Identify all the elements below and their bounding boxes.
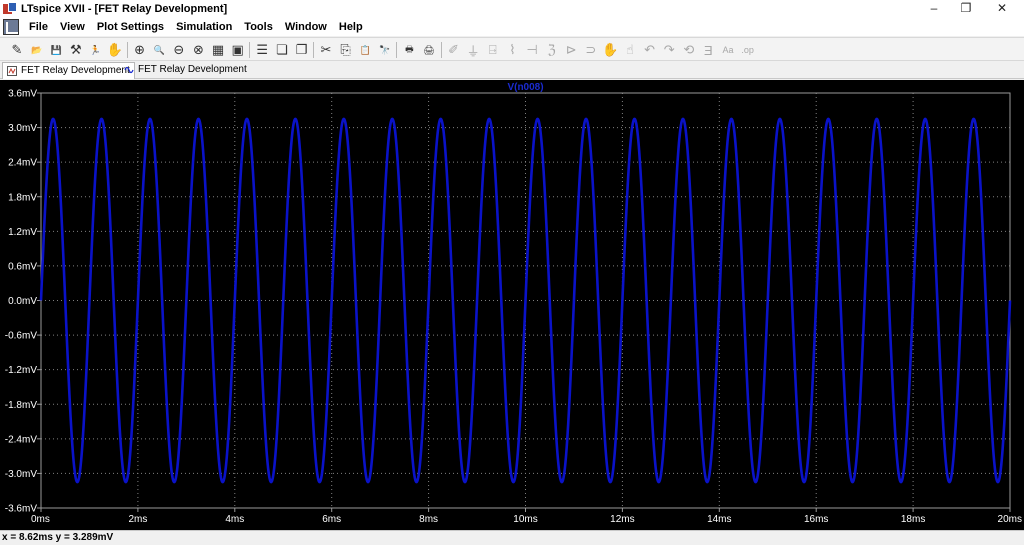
toolbar-separator bbox=[440, 42, 442, 58]
halt-icon[interactable]: ✋ bbox=[106, 41, 124, 59]
waveform-chart[interactable]: 3.6mV 3.0mV 2.4mV 1.8mV 1.2mV 0.6mV 0.0mV -0.6m… bbox=[0, 80, 1024, 530]
print-setup-icon[interactable]: 🖨 bbox=[420, 41, 438, 59]
y-tick-label: -1.2mV bbox=[5, 365, 38, 376]
cursor-readout: x = 8.62ms y = 3.289mV bbox=[2, 532, 114, 543]
x-tick-label: 14ms bbox=[707, 514, 731, 525]
y-tick-label: -0.6mV bbox=[5, 331, 38, 342]
fit-icon[interactable]: ▣ bbox=[229, 41, 247, 59]
restore-window-button[interactable]: ❐ bbox=[948, 0, 984, 18]
y-tick-label: 3.6mV bbox=[8, 89, 37, 100]
wire-icon[interactable]: ✐ bbox=[445, 41, 463, 59]
x-tick-label: 12ms bbox=[610, 514, 634, 525]
x-tick-label: 8ms bbox=[419, 514, 438, 525]
label-icon[interactable]: ⍈ bbox=[484, 41, 502, 59]
x-tick-label: 10ms bbox=[513, 514, 537, 525]
toolbar-separator bbox=[396, 42, 398, 58]
move-icon[interactable]: ✋ bbox=[601, 41, 619, 59]
copy-icon[interactable]: ⎘ bbox=[337, 41, 355, 59]
menu-plot-settings[interactable]: Plot Settings bbox=[91, 18, 170, 36]
y-tick-label: 1.2mV bbox=[8, 227, 37, 238]
y-tick-label: -3.6mV bbox=[5, 504, 38, 515]
resistor-icon[interactable]: ⌇ bbox=[503, 41, 521, 59]
toolbar-separator bbox=[313, 42, 314, 58]
zoom-out-icon[interactable]: ⊖ bbox=[170, 41, 188, 59]
diode-icon[interactable]: ⊳ bbox=[562, 41, 580, 59]
x-tick-label: 0ms bbox=[31, 514, 50, 525]
minimize-window-button[interactable]: – bbox=[916, 0, 952, 18]
paste-icon[interactable]: 📋 bbox=[356, 41, 374, 59]
waveform-plot-pane[interactable]: 3.6mV 3.0mV 2.4mV 1.8mV 1.2mV 0.6mV 0.0mV -0.6m… bbox=[0, 80, 1024, 530]
tile-horizontal-icon[interactable]: ☰ bbox=[253, 41, 271, 59]
x-tick-label: 4ms bbox=[225, 514, 244, 525]
title-bar: LTspice XVII - [FET Relay Development] –… bbox=[0, 0, 1024, 18]
zoom-pan-icon[interactable]: 🔍 bbox=[150, 41, 168, 59]
document-tab-bar: FET Relay Development FET Relay Developm… bbox=[0, 61, 1024, 79]
document-system-menu-icon[interactable] bbox=[3, 19, 19, 35]
tab-fet-relay-schematic[interactable]: FET Relay Development bbox=[2, 62, 135, 79]
window-title: LTspice XVII - [FET Relay Development] bbox=[21, 3, 228, 15]
control-panel-icon[interactable]: ⚒ bbox=[67, 41, 85, 59]
ltspice-logo-icon bbox=[3, 2, 17, 16]
capacitor-icon[interactable]: ⊣ bbox=[523, 41, 541, 59]
zoom-fit-icon[interactable]: ⊗ bbox=[189, 41, 207, 59]
find-icon[interactable]: 🔭 bbox=[376, 41, 394, 59]
x-tick-label: 6ms bbox=[322, 514, 341, 525]
toolbar-separator bbox=[126, 42, 128, 58]
schematic-icon bbox=[7, 66, 17, 76]
menu-window[interactable]: Window bbox=[279, 18, 333, 36]
y-tick-label: -3.0mV bbox=[5, 469, 38, 480]
open-folder-icon[interactable]: 📂 bbox=[28, 41, 46, 59]
y-tick-label: 1.8mV bbox=[8, 192, 37, 203]
print-icon[interactable]: 🖶 bbox=[400, 41, 418, 59]
mirror-icon[interactable]: Ǝ bbox=[699, 41, 717, 59]
redo-icon[interactable]: ↷ bbox=[660, 41, 678, 59]
x-tick-label: 18ms bbox=[901, 514, 925, 525]
x-tick-label: 16ms bbox=[804, 514, 828, 525]
y-tick-label: 0.0mV bbox=[8, 296, 37, 307]
menu-help[interactable]: Help bbox=[333, 18, 369, 36]
close-window-button[interactable]: ✕ bbox=[984, 0, 1020, 18]
trace-label[interactable]: V(n008) bbox=[507, 82, 543, 93]
inductor-icon[interactable]: ℨ bbox=[543, 41, 561, 59]
ground-icon[interactable]: ⏚ bbox=[464, 41, 482, 59]
status-bar: x = 8.62ms y = 3.289mV bbox=[0, 530, 1024, 545]
tab-label: FET Relay Development bbox=[138, 64, 247, 75]
y-tick-label: -1.8mV bbox=[5, 400, 38, 411]
cut-icon[interactable]: ✂ bbox=[317, 41, 335, 59]
spice-directive-icon[interactable]: .op bbox=[739, 41, 757, 59]
y-tick-label: 2.4mV bbox=[8, 158, 37, 169]
y-tick-label: 0.6mV bbox=[8, 261, 37, 272]
y-tick-label: -2.4mV bbox=[5, 434, 38, 445]
tile-vertical-icon[interactable]: ❐ bbox=[292, 41, 310, 59]
menu-bar: File View Plot Settings Simulation Tools… bbox=[0, 18, 1024, 50]
x-tick-label: 2ms bbox=[128, 514, 147, 525]
menu-view[interactable]: View bbox=[54, 18, 91, 36]
drag-icon[interactable]: ☝ bbox=[621, 41, 639, 59]
menu-tools[interactable]: Tools bbox=[238, 18, 279, 36]
rotate-icon[interactable]: ⟲ bbox=[680, 41, 698, 59]
component-icon[interactable]: ⊃ bbox=[582, 41, 600, 59]
text-icon[interactable]: Aa bbox=[719, 41, 737, 59]
zoom-in-icon[interactable]: ⊕ bbox=[131, 41, 149, 59]
open-schematic-icon[interactable]: ✎ bbox=[8, 41, 26, 59]
autorange-icon[interactable]: ▦ bbox=[209, 41, 227, 59]
y-tick-label: 3.0mV bbox=[8, 123, 37, 134]
menu-file[interactable]: File bbox=[23, 18, 54, 36]
tab-fet-relay-waveform[interactable]: FET Relay Development bbox=[120, 62, 251, 79]
save-icon[interactable]: 💾 bbox=[47, 41, 65, 59]
menu-simulation[interactable]: Simulation bbox=[170, 18, 238, 36]
toolbar-separator bbox=[249, 42, 251, 58]
cascade-icon[interactable]: ❏ bbox=[273, 41, 291, 59]
waveform-icon bbox=[124, 66, 134, 74]
undo-icon[interactable]: ↶ bbox=[641, 41, 659, 59]
tab-label: FET Relay Development bbox=[21, 65, 130, 76]
toolbar: ✎ 📂 💾 ⚒ 🏃 ✋ ⊕ 🔍 ⊖ ⊗ ▦ ▣ ☰ ❏ ❐ ✂ ⎘ 📋 🔭 🖶 🖨 ✐ ⏚ ⍈ ⌇ ⊣ ℨ ⊳ ⊃ ✋ ☝ ↶ ↷ ⟲ Ǝ Aa .op bbox=[0, 37, 1024, 61]
x-tick-label: 20ms bbox=[998, 514, 1022, 525]
run-icon[interactable]: 🏃 bbox=[86, 41, 104, 59]
